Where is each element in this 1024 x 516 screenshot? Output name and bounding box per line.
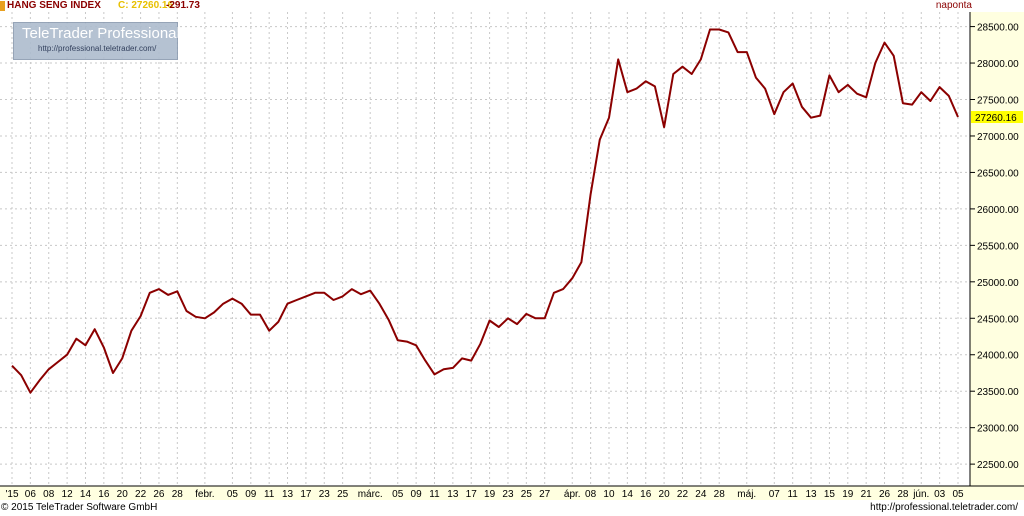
last-price-tag: 27260.16 <box>971 111 1023 124</box>
x-tick-label: 25 <box>337 489 349 500</box>
x-tick-label: 13 <box>282 489 294 500</box>
x-tick-label: 15 <box>824 489 836 500</box>
x-tick-label: 16 <box>640 489 652 500</box>
x-tick-label: 16 <box>98 489 110 500</box>
chart-header: HANG SENG INDEX C: 27260.16 -291.73 napo… <box>0 0 1024 12</box>
x-tick-label: 11 <box>429 489 440 500</box>
x-tick-label: 22 <box>677 489 689 500</box>
x-tick-label: 09 <box>245 489 257 500</box>
x-tick-label: 26 <box>879 489 891 500</box>
x-tick-label: 25 <box>521 489 533 500</box>
teletrader-logo: TeleTrader Professional http://professio… <box>13 22 180 60</box>
x-tick-label: ápr. <box>564 489 581 500</box>
x-tick-label: 03 <box>934 489 946 500</box>
x-tick-label: 13 <box>447 489 459 500</box>
x-tick-label: 12 <box>62 489 74 500</box>
y-tick-label: 27000.00 <box>977 132 1019 143</box>
period-label[interactable]: naponta <box>936 0 972 12</box>
x-tick-label: 26 <box>153 489 165 500</box>
x-tick-label: 22 <box>135 489 147 500</box>
y-tick-label: 25500.00 <box>977 241 1019 252</box>
x-tick-label: 05 <box>392 489 404 500</box>
y-tick-label: 24500.00 <box>977 314 1019 325</box>
x-tick-label: 20 <box>117 489 129 500</box>
x-tick-label: 19 <box>484 489 496 500</box>
x-tick-label: 24 <box>695 489 707 500</box>
x-tick-label: 08 <box>585 489 597 500</box>
y-tick-label: 23500.00 <box>977 387 1019 398</box>
y-tick-label: 24000.00 <box>977 351 1019 362</box>
x-tick-label: máj. <box>737 489 756 500</box>
y-tick-label: 28000.00 <box>977 59 1019 70</box>
plot-background <box>0 12 970 486</box>
header-marker <box>0 1 5 11</box>
change-value: -291.73 <box>166 0 200 11</box>
x-tick-label: 23 <box>319 489 331 500</box>
y-tick-label: 26000.00 <box>977 205 1019 216</box>
x-tick-label: 19 <box>842 489 854 500</box>
last-price-label: 27260.16 <box>975 113 1017 124</box>
footer-link[interactable]: http://professional.teletrader.com/ <box>870 500 1018 516</box>
x-tick-label: 13 <box>805 489 817 500</box>
y-tick-label: 27500.00 <box>977 96 1019 107</box>
y-tick-label: 28500.00 <box>977 23 1019 34</box>
y-tick-label: 26500.00 <box>977 168 1019 179</box>
x-tick-label: 28 <box>897 489 909 500</box>
x-tick-label: 14 <box>80 489 92 500</box>
x-tick-label: 05 <box>952 489 964 500</box>
x-tick-label: 08 <box>43 489 55 500</box>
y-tick-label: 25000.00 <box>977 278 1019 289</box>
x-tick-label: 17 <box>300 489 312 500</box>
x-tick-label: 06 <box>25 489 37 500</box>
x-tick-label: '15 <box>5 489 18 500</box>
footer: © 2015 TeleTrader Software GmbH http://p… <box>0 500 1024 516</box>
x-tick-label: 27 <box>539 489 551 500</box>
x-tick-label: 28 <box>714 489 726 500</box>
x-tick-label: 07 <box>769 489 781 500</box>
x-tick-label: 17 <box>466 489 478 500</box>
x-tick-label: 20 <box>659 489 671 500</box>
close-value: C: 27260.16 <box>118 0 174 11</box>
x-tick-label: 23 <box>502 489 514 500</box>
x-tick-label: febr. <box>195 489 214 500</box>
x-tick-label: 21 <box>861 489 873 500</box>
x-tick-label: 10 <box>603 489 615 500</box>
x-tick-label: márc. <box>358 489 383 500</box>
instrument-title: HANG SENG INDEX <box>7 0 101 11</box>
x-tick-label: 14 <box>622 489 634 500</box>
y-tick-label: 22500.00 <box>977 460 1019 471</box>
x-tick-label: 05 <box>227 489 239 500</box>
x-tick-label: 11 <box>264 489 275 500</box>
x-tick-label: 28 <box>172 489 184 500</box>
x-tick-label: 09 <box>411 489 423 500</box>
logo-name: TeleTrader Professional <box>22 25 180 42</box>
copyright-text: © 2015 TeleTrader Software GmbH <box>1 502 158 513</box>
x-tick-label: 11 <box>787 489 798 500</box>
x-tick-label: jún. <box>912 489 929 500</box>
price-chart[interactable]: 22500.00 23000.00 23500.00 24000.00 24500.00… <box>0 12 1024 500</box>
logo-url: http://professional.teletrader.com/ <box>38 44 157 53</box>
y-tick-label: 23000.00 <box>977 424 1019 435</box>
